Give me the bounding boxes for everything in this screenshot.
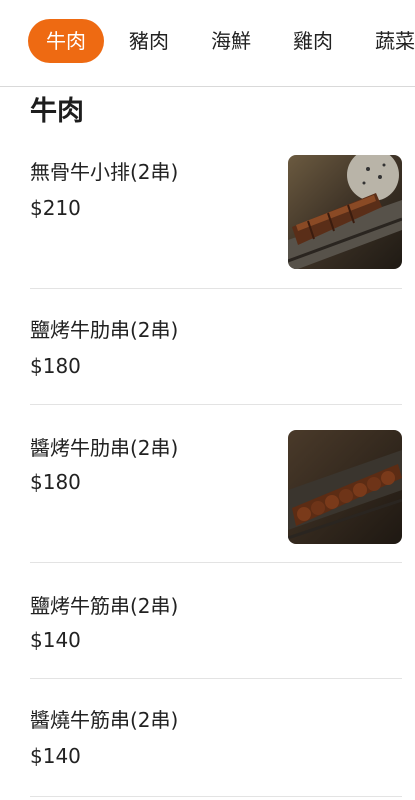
tab-vegetables[interactable]: 蔬菜	[370, 19, 415, 63]
item-photo	[288, 155, 402, 269]
category-tab-bar: 牛肉 豬肉 海鮮 雞肉 蔬菜	[0, 0, 415, 87]
divider	[30, 796, 402, 797]
item-price: $180	[30, 354, 81, 378]
item-name: 醬烤牛肋串(2串)	[30, 436, 179, 460]
item-name: 鹽烤牛筋串(2串)	[30, 594, 179, 618]
menu-item[interactable]: 鹽烤牛肋串(2串) $180	[0, 310, 415, 404]
tab-seafood[interactable]: 海鮮	[206, 19, 256, 63]
menu-item[interactable]: 醬燒牛筋串(2串) $140	[0, 700, 415, 796]
divider	[30, 562, 402, 563]
item-price: $180	[30, 470, 81, 494]
section-title: 牛肉	[30, 96, 84, 127]
item-name: 鹽烤牛肋串(2串)	[30, 318, 179, 342]
divider	[30, 404, 402, 405]
divider	[30, 288, 402, 289]
item-price: $140	[30, 628, 81, 652]
item-name: 無骨牛小排(2串)	[30, 160, 179, 184]
tab-chicken[interactable]: 雞肉	[288, 19, 338, 63]
menu-item[interactable]: 醬烤牛肋串(2串) $180	[0, 426, 415, 562]
menu-item[interactable]: 鹽烤牛筋串(2串) $140	[0, 584, 415, 678]
item-price: $140	[30, 744, 81, 768]
item-name: 醬燒牛筋串(2串)	[30, 708, 179, 732]
divider	[30, 678, 402, 679]
tab-beef[interactable]: 牛肉	[28, 19, 104, 63]
menu-item[interactable]: 無骨牛小排(2串) $210	[0, 150, 415, 288]
item-photo	[288, 430, 402, 544]
item-price: $210	[30, 196, 81, 220]
tab-pork[interactable]: 豬肉	[124, 19, 174, 63]
